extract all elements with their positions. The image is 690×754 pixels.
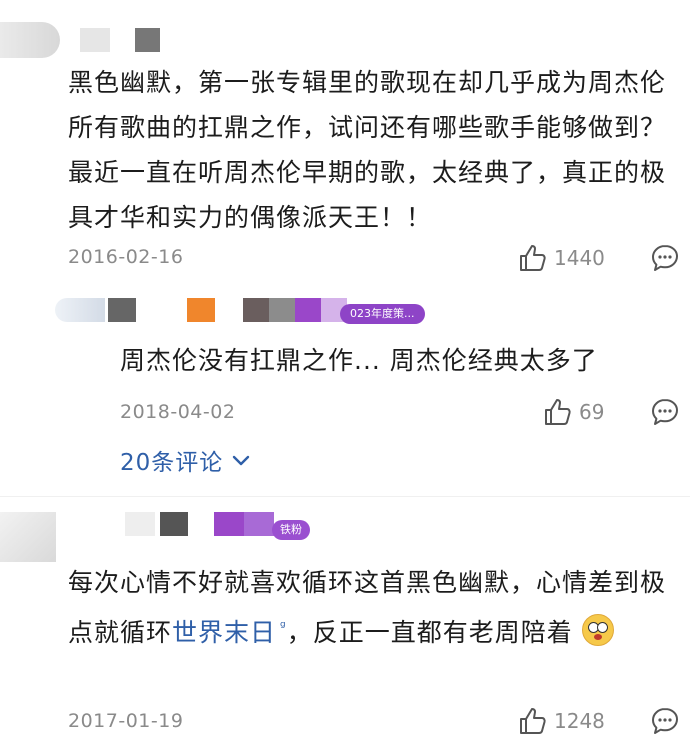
song-link-text: 世界末日	[172, 618, 277, 647]
view-more-replies-link[interactable]: 20条评论	[120, 443, 250, 477]
reply-text: 周杰伦没有扛鼎之作... 周杰伦经典太多了	[120, 346, 598, 375]
flushed-face-emoji	[581, 614, 614, 646]
comment-1-text: 黑色幽默，第一张专辑里的歌现在却几乎成为周杰伦所有歌曲的扛鼎之作，试问还有哪些歌…	[68, 68, 667, 232]
username-mosaic[interactable]	[80, 28, 110, 52]
username-mosaic	[295, 298, 321, 322]
avatar[interactable]	[0, 512, 56, 562]
username-mosaic	[187, 298, 215, 322]
reply-date: 2018-04-02	[120, 401, 236, 423]
more-replies-label: 20条评论	[120, 450, 224, 476]
comment-bubble-icon[interactable]	[650, 243, 680, 273]
avatar[interactable]	[55, 298, 105, 322]
comment-1-date: 2016-02-16	[68, 246, 184, 268]
username-mosaic	[244, 512, 274, 536]
like-count: 1440	[554, 246, 605, 270]
reply-like-button[interactable]: 69	[543, 397, 604, 427]
username-mosaic	[160, 512, 188, 536]
thumbs-up-icon	[545, 399, 571, 425]
thumbs-up-icon	[520, 708, 546, 734]
username-mosaic	[214, 512, 244, 536]
thumbs-up-icon	[520, 245, 546, 271]
username-mosaic	[108, 298, 136, 322]
username-mosaic	[243, 298, 269, 322]
fan-badge: 023年度策...	[340, 304, 425, 324]
comment-2-text-part-2: ，反正一直都有老周陪着	[286, 618, 573, 647]
avatar[interactable]	[0, 22, 60, 58]
comment-bubble-icon[interactable]	[650, 706, 680, 736]
like-count: 1248	[554, 709, 605, 733]
username-mosaic	[125, 512, 155, 536]
comment-bubble-icon[interactable]	[650, 397, 680, 427]
song-link[interactable]: 世界末日 ᵍ	[172, 618, 287, 647]
music-note-icon: ᵍ	[280, 619, 287, 635]
fan-badge: 铁粉	[272, 520, 310, 540]
chevron-down-icon	[232, 455, 249, 466]
comment-2-text: 每次心情不好就喜欢循环这首黑色幽默，心情差到极点就循环世界末日 ᵍ，反正一直都有老…	[68, 560, 668, 655]
comment-2-date: 2017-01-19	[68, 710, 184, 732]
comment-2-like-button[interactable]: 1248	[518, 706, 605, 736]
username-mosaic	[269, 298, 295, 322]
divider	[0, 496, 690, 497]
username-mosaic	[135, 28, 160, 52]
like-count: 69	[579, 400, 605, 424]
comment-1-like-button[interactable]: 1440	[518, 243, 605, 273]
